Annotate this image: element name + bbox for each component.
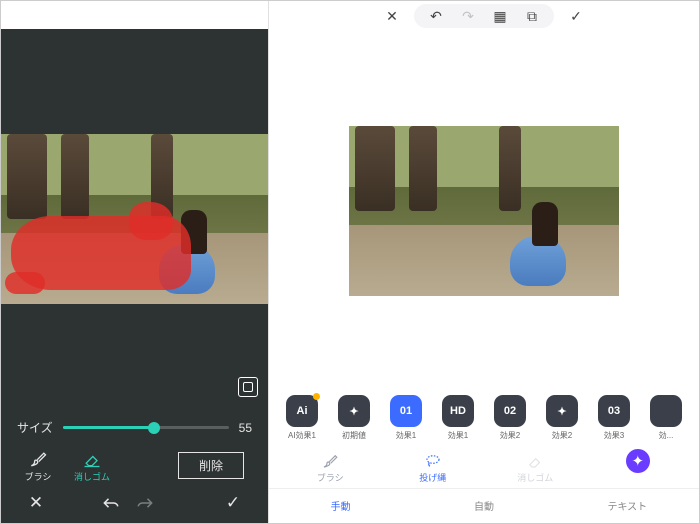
history-pill: ↶ ↷ ▦ ⧉ <box>414 4 554 28</box>
brush-icon <box>279 451 382 471</box>
confirm-icon[interactable]: ✓ <box>216 493 250 513</box>
mode-lasso-label: 投げ縄 <box>382 471 485 484</box>
close-icon[interactable]: ✕ <box>384 8 400 25</box>
size-value: 55 <box>239 421 252 435</box>
effect-label: 効果1 <box>385 430 427 441</box>
effect-e2b[interactable]: ✦効果2 <box>541 395 583 441</box>
effect-label: 効果2 <box>541 430 583 441</box>
compare-icon[interactable]: ⧉ <box>524 8 540 25</box>
tab-text[interactable]: テキスト <box>556 489 699 523</box>
effect-ex[interactable]: 効... <box>645 395 687 441</box>
right-top-bar: ✕ ↶ ↷ ▦ ⧉ ✓ <box>269 1 699 31</box>
mode-eraser[interactable]: 消しゴム <box>484 451 587 484</box>
mode-auto[interactable]: ✦ <box>587 451 690 484</box>
effect-init[interactable]: ✦初期値 <box>333 395 375 441</box>
effect-ai[interactable]: AiAI効果1 <box>281 395 323 441</box>
lasso-icon <box>382 451 485 471</box>
undo-icon[interactable] <box>101 496 135 510</box>
size-label: サイズ <box>17 419 53 436</box>
effect-e1[interactable]: 01効果1 <box>385 395 427 441</box>
girl-figure <box>504 202 574 286</box>
eraser-label: 消しゴム <box>65 470 119 483</box>
close-icon[interactable]: ✕ <box>19 493 53 513</box>
tab-auto[interactable]: 自動 <box>412 489 555 523</box>
sparkle-icon: ✦ <box>587 451 690 471</box>
left-editor-pane: サイズ 55 ブラシ 消しゴム 削除 ✕ <box>1 1 268 523</box>
brush-label: ブラシ <box>11 470 65 483</box>
redo-icon[interactable]: ↷ <box>460 8 476 25</box>
eraser-icon <box>65 448 119 470</box>
tool-row: ブラシ 消しゴム 削除 <box>1 442 268 487</box>
eraser-icon <box>484 451 587 471</box>
right-canvas-area <box>269 31 699 391</box>
size-slider[interactable] <box>63 426 229 429</box>
undo-icon[interactable]: ↶ <box>428 8 444 25</box>
effect-label: 効... <box>645 430 687 441</box>
mode-brush[interactable]: ブラシ <box>279 451 382 484</box>
effect-label: AI効果1 <box>281 430 323 441</box>
left-status-bar <box>1 1 268 29</box>
effect-label: 初期値 <box>333 430 375 441</box>
bottom-action-bar: ✕ ✓ <box>1 487 268 523</box>
edit-canvas[interactable] <box>1 134 268 304</box>
eraser-tool[interactable]: 消しゴム <box>65 448 119 483</box>
left-canvas-area <box>1 29 268 409</box>
selection-mask[interactable] <box>11 216 191 290</box>
bottom-tabs: 手動 自動 テキスト <box>269 488 699 523</box>
tab-manual[interactable]: 手動 <box>269 489 412 523</box>
confirm-icon[interactable]: ✓ <box>568 8 584 25</box>
right-editor-pane: ✕ ↶ ↷ ▦ ⧉ ✓ AiAI効果1✦初期値01効果1 <box>268 1 699 523</box>
effects-row[interactable]: AiAI効果1✦初期値01効果1HD効果102効果2✦効果203効果3 効... <box>269 391 699 443</box>
result-canvas[interactable] <box>349 126 619 296</box>
help-icon[interactable]: ▦ <box>492 8 508 25</box>
compare-toggle-icon[interactable] <box>238 377 258 397</box>
effect-e2[interactable]: 02効果2 <box>489 395 531 441</box>
effect-hd[interactable]: HD効果1 <box>437 395 479 441</box>
brush-icon <box>11 448 65 470</box>
effect-label: 効果2 <box>489 430 531 441</box>
redo-icon[interactable] <box>135 496 169 510</box>
effect-label: 効果1 <box>437 430 479 441</box>
brush-tool[interactable]: ブラシ <box>11 448 65 483</box>
mode-row: ブラシ 投げ縄 消しゴム ✦ <box>269 443 699 488</box>
effect-label: 効果3 <box>593 430 635 441</box>
size-slider-row: サイズ 55 <box>1 409 268 442</box>
effect-e3[interactable]: 03効果3 <box>593 395 635 441</box>
mode-eraser-label: 消しゴム <box>484 471 587 484</box>
delete-button[interactable]: 削除 <box>178 452 244 479</box>
mode-brush-label: ブラシ <box>279 471 382 484</box>
mode-lasso[interactable]: 投げ縄 <box>382 451 485 484</box>
